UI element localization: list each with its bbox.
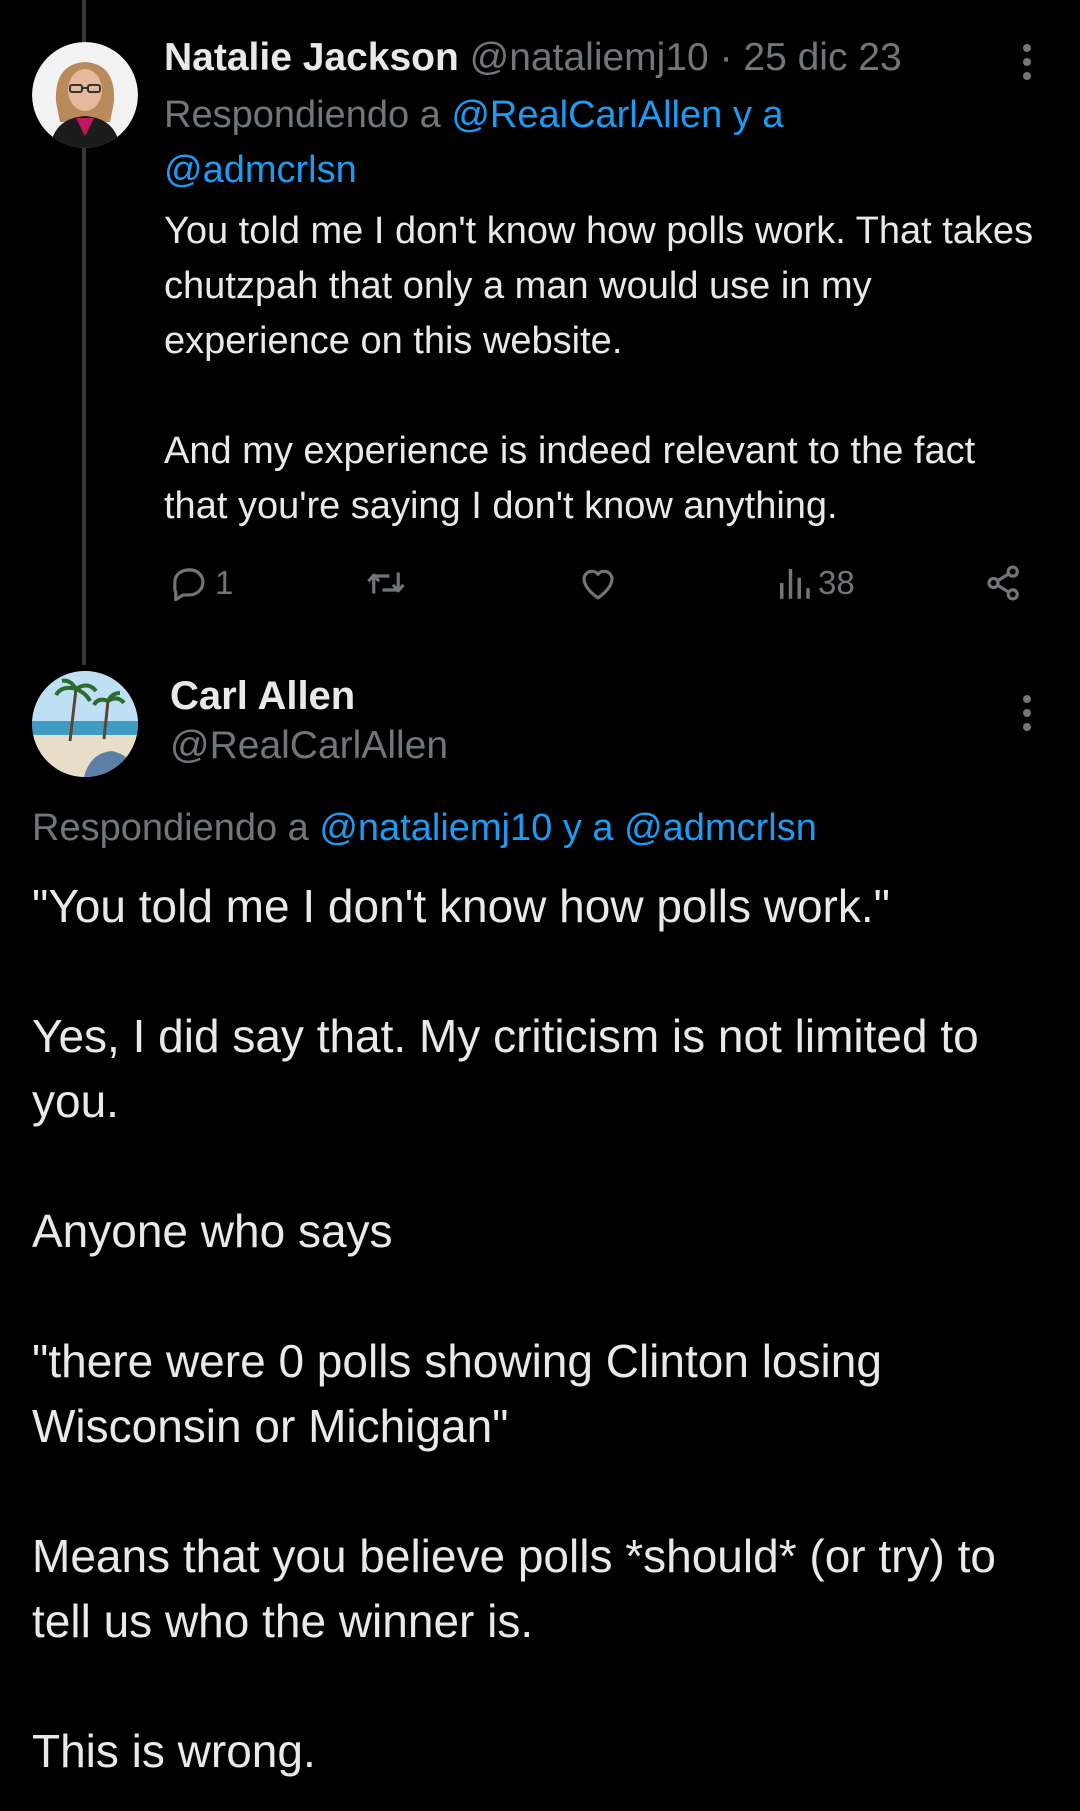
- views-button[interactable]: 38: [776, 562, 855, 604]
- tweet-paragraph: And my experience is indeed relevant to …: [164, 430, 976, 527]
- replying-to-prefix: Respondiendo a: [32, 807, 309, 849]
- tweet-paragraph: "there were 0 polls showing Clinton losi…: [32, 1335, 882, 1452]
- replying-to-prefix: Respondiendo a: [164, 94, 441, 136]
- share-icon: [987, 565, 1019, 601]
- tweet-paragraph: Anyone who says: [32, 1205, 393, 1257]
- tweet-paragraph: Means that you believe polls *should* (o…: [32, 1530, 996, 1647]
- tweet-paragraph: "You told me I don't know how polls work…: [32, 880, 890, 932]
- reply-count: 1: [215, 564, 234, 601]
- replying-to-line: Respondiendo a @nataliemj10 y a @admcrls…: [32, 800, 817, 856]
- avatar[interactable]: [32, 671, 138, 777]
- retweet-icon: [367, 572, 405, 594]
- tweet-text: You told me I don't know how polls work.…: [164, 204, 1044, 534]
- tweet-actions-bar: 1 38: [164, 562, 1034, 614]
- tweet-paragraph: This is wrong.: [32, 1725, 316, 1777]
- mention-link-realcarlallen[interactable]: @RealCarlAllen: [451, 94, 722, 136]
- like-button[interactable]: [576, 562, 620, 604]
- author-handle[interactable]: @RealCarlAllen: [170, 718, 448, 774]
- avatar[interactable]: [32, 42, 138, 148]
- retweet-button[interactable]: [364, 562, 408, 604]
- mention-link-admcrlsn[interactable]: @admcrlsn: [624, 807, 817, 849]
- separator-dot: ·: [719, 36, 733, 79]
- share-button[interactable]: [982, 562, 1026, 604]
- views-count: 38: [818, 564, 855, 601]
- reply-button[interactable]: 1: [167, 562, 233, 604]
- mention-link-admcrlsn[interactable]: @admcrlsn: [164, 149, 357, 191]
- more-options-icon[interactable]: [1022, 693, 1032, 733]
- reply-icon: [173, 568, 205, 602]
- tweet-text: "You told me I don't know how polls work…: [32, 874, 1052, 1784]
- tweet-date[interactable]: 25 dic 23: [743, 36, 901, 79]
- like-icon: [582, 569, 614, 600]
- more-options-icon[interactable]: [1022, 42, 1032, 82]
- tweet-paragraph: Yes, I did say that. My criticism is not…: [32, 1010, 979, 1127]
- author-name[interactable]: Carl Allen: [170, 668, 355, 724]
- replying-to-conjunction: y a: [732, 94, 784, 136]
- author-handle[interactable]: @nataliemj10: [470, 36, 709, 79]
- replying-to-line: Respondiendo a @RealCarlAllen y a @admcr…: [164, 88, 1044, 198]
- views-icon: [780, 569, 810, 599]
- replying-to-conjunction: y a: [562, 807, 614, 849]
- author-name[interactable]: Natalie Jackson: [164, 36, 459, 79]
- mention-link-nataliemj10[interactable]: @nataliemj10: [319, 807, 552, 849]
- tweet-paragraph: You told me I don't know how polls work.…: [164, 210, 1034, 362]
